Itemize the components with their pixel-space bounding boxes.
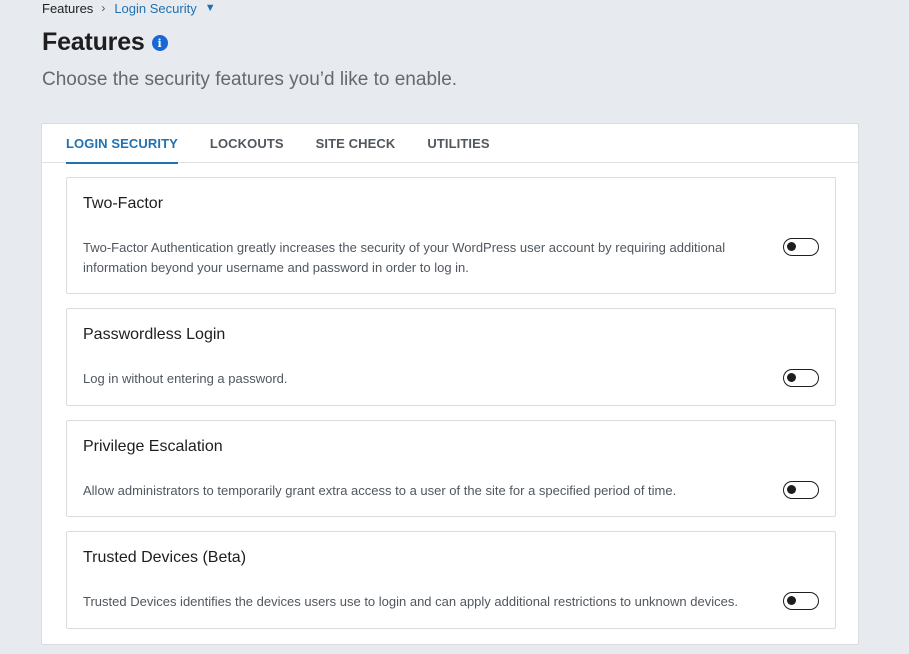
tab-lockouts[interactable]: LOCKOUTS <box>210 124 284 163</box>
feature-title: Passwordless Login <box>83 326 226 343</box>
privilege-escalation-toggle[interactable] <box>783 481 819 499</box>
trusted-devices-toggle[interactable] <box>783 592 819 610</box>
feature-card-trusted-devices: Trusted Devices (Beta) Trusted Devices i… <box>66 531 836 629</box>
tab-bar: LOGIN SECURITY LOCKOUTS SITE CHECK UTILI… <box>42 124 858 164</box>
page-header: Features i <box>42 28 168 57</box>
feature-description: Two-Factor Authentication greatly increa… <box>83 240 726 275</box>
info-icon[interactable]: i <box>151 35 168 51</box>
page-subtitle: Choose the security features you’d like … <box>42 69 458 90</box>
toggle-knob <box>787 596 796 605</box>
breadcrumb-current-dropdown[interactable]: Login Security ▼ <box>114 1 215 16</box>
feature-card-two-factor: Two-Factor Two-Factor Authentication gre… <box>66 177 836 294</box>
feature-card-passwordless-login: Passwordless Login Log in without enteri… <box>66 308 836 406</box>
chevron-right-icon: › <box>101 1 106 15</box>
tab-login-security[interactable]: LOGIN SECURITY <box>66 124 178 164</box>
feature-title: Trusted Devices (Beta) <box>83 549 247 566</box>
feature-description: Log in without entering a password. <box>83 371 288 386</box>
passwordless-login-toggle[interactable] <box>783 369 819 387</box>
toggle-knob <box>787 242 796 251</box>
feature-description: Trusted Devices identifies the devices u… <box>83 594 738 609</box>
features-panel: LOGIN SECURITY LOCKOUTS SITE CHECK UTILI… <box>41 123 859 645</box>
feature-description: Allow administrators to temporarily gran… <box>83 483 677 498</box>
feature-card-privilege-escalation: Privilege Escalation Allow administrator… <box>66 420 836 517</box>
breadcrumb-root[interactable]: Features <box>42 1 93 16</box>
breadcrumb: Features › Login Security ▼ <box>42 0 216 16</box>
page-title: Features <box>42 28 145 56</box>
two-factor-toggle[interactable] <box>783 238 819 256</box>
tab-utilities[interactable]: UTILITIES <box>427 124 489 163</box>
feature-title: Two-Factor <box>83 195 164 212</box>
feature-title: Privilege Escalation <box>83 438 223 455</box>
caret-down-icon: ▼ <box>204 2 216 14</box>
breadcrumb-current-label: Login Security <box>114 0 197 16</box>
toggle-knob <box>787 373 796 382</box>
toggle-knob <box>787 485 796 494</box>
tab-site-check[interactable]: SITE CHECK <box>316 124 396 163</box>
